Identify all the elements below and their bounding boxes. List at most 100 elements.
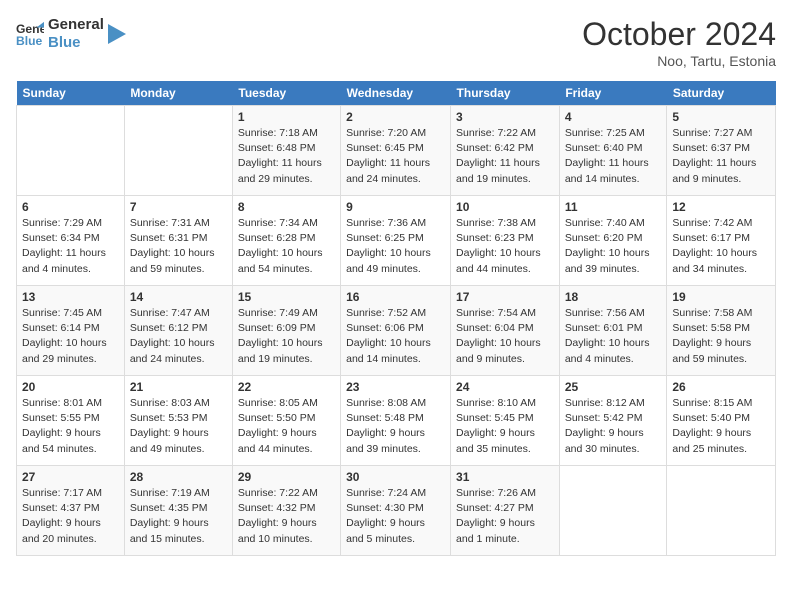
day-number: 14: [130, 290, 227, 304]
calendar-cell: 7Sunrise: 7:31 AMSunset: 6:31 PMDaylight…: [124, 196, 232, 286]
calendar-cell: 6 Sunrise: 7:29 AMSunset: 6:34 PMDaylight…: [17, 196, 125, 286]
calendar-cell: 23Sunrise: 8:08 AMSunset: 5:48 PMDayligh…: [341, 376, 451, 466]
day-number: 2: [346, 110, 445, 124]
calendar-cell: 12 Sunrise: 7:42 AMSunset: 6:17 PMDayligh…: [667, 196, 776, 286]
calendar-week-row: 27 Sunrise: 7:17 AMSunset: 4:37 PMDayligh…: [17, 466, 776, 556]
day-info: Sunrise: 8:01 AMSunset: 5:55 PMDaylight:…: [22, 396, 119, 457]
day-info: Sunrise: 7:52 AMSunset: 6:06 PMDaylight:…: [346, 306, 445, 367]
calendar-cell: [124, 106, 232, 196]
weekday-header: Tuesday: [232, 81, 340, 106]
day-info: Sunrise: 7:27 AMSunset: 6:37 PMDaylight:…: [672, 126, 770, 187]
day-info: Sunrise: 7:42 AMSunset: 6:17 PMDaylight:…: [672, 216, 770, 277]
calendar-cell: 29Sunrise: 7:22 AMSunset: 4:32 PMDayligh…: [232, 466, 340, 556]
calendar-cell: [17, 106, 125, 196]
calendar-cell: 26 Sunrise: 8:15 AMSunset: 5:40 PMDayligh…: [667, 376, 776, 466]
calendar-cell: 27 Sunrise: 7:17 AMSunset: 4:37 PMDayligh…: [17, 466, 125, 556]
calendar-cell: 9 Sunrise: 7:36 AMSunset: 6:25 PMDaylight…: [341, 196, 451, 286]
calendar-cell: 21Sunrise: 8:03 AMSunset: 5:53 PMDayligh…: [124, 376, 232, 466]
day-number: 27: [22, 470, 119, 484]
day-number: 24: [456, 380, 554, 394]
day-number: 22: [238, 380, 335, 394]
calendar-cell: 17Sunrise: 7:54 AMSunset: 6:04 PMDayligh…: [451, 286, 560, 376]
day-number: 30: [346, 470, 445, 484]
day-info: Sunrise: 8:15 AMSunset: 5:40 PMDaylight:…: [672, 396, 770, 457]
day-info: Sunrise: 7:24 AMSunset: 4:30 PMDaylight:…: [346, 486, 445, 547]
calendar-cell: 20 Sunrise: 8:01 AMSunset: 5:55 PMDayligh…: [17, 376, 125, 466]
day-info: Sunrise: 8:03 AMSunset: 5:53 PMDaylight:…: [130, 396, 227, 457]
calendar-week-row: 1 Sunrise: 7:18 AMSunset: 6:48 PMDaylight…: [17, 106, 776, 196]
logo: General Blue General Blue: [16, 16, 126, 52]
calendar-cell: 3 Sunrise: 7:22 AMSunset: 6:42 PMDaylight…: [451, 106, 560, 196]
day-number: 5: [672, 110, 770, 124]
day-info: Sunrise: 8:10 AMSunset: 5:45 PMDaylight:…: [456, 396, 554, 457]
calendar-cell: 8 Sunrise: 7:34 AMSunset: 6:28 PMDaylight…: [232, 196, 340, 286]
weekday-header: Sunday: [17, 81, 125, 106]
svg-text:Blue: Blue: [16, 34, 43, 48]
title-block: October 2024 Noo, Tartu, Estonia: [582, 16, 776, 69]
calendar-body: 1 Sunrise: 7:18 AMSunset: 6:48 PMDaylight…: [17, 106, 776, 556]
day-info: Sunrise: 7:56 AMSunset: 6:01 PMDaylight:…: [565, 306, 662, 367]
logo-general: General: [48, 16, 104, 34]
day-number: 25: [565, 380, 662, 394]
day-info: Sunrise: 7:29 AMSunset: 6:34 PMDaylight:…: [22, 216, 119, 277]
day-number: 28: [130, 470, 227, 484]
calendar-cell: 30 Sunrise: 7:24 AMSunset: 4:30 PMDayligh…: [341, 466, 451, 556]
weekday-header: Thursday: [451, 81, 560, 106]
day-number: 9: [346, 200, 445, 214]
calendar-cell: 28 Sunrise: 7:19 AMSunset: 4:35 PMDayligh…: [124, 466, 232, 556]
day-info: Sunrise: 7:45 AMSunset: 6:14 PMDaylight:…: [22, 306, 119, 367]
day-info: Sunrise: 7:49 AMSunset: 6:09 PMDaylight:…: [238, 306, 335, 367]
day-number: 6: [22, 200, 119, 214]
calendar-week-row: 6 Sunrise: 7:29 AMSunset: 6:34 PMDaylight…: [17, 196, 776, 286]
logo-blue: Blue: [48, 34, 104, 52]
calendar-cell: 18 Sunrise: 7:56 AMSunset: 6:01 PMDayligh…: [559, 286, 667, 376]
calendar-cell: 24 Sunrise: 8:10 AMSunset: 5:45 PMDayligh…: [451, 376, 560, 466]
day-info: Sunrise: 7:25 AMSunset: 6:40 PMDaylight:…: [565, 126, 662, 187]
calendar-header-row: SundayMondayTuesdayWednesdayThursdayFrid…: [17, 81, 776, 106]
day-number: 16: [346, 290, 445, 304]
month-title: October 2024: [582, 16, 776, 53]
day-number: 20: [22, 380, 119, 394]
calendar-table: SundayMondayTuesdayWednesdayThursdayFrid…: [16, 81, 776, 556]
day-info: Sunrise: 7:47 AMSunset: 6:12 PMDaylight:…: [130, 306, 227, 367]
day-info: Sunrise: 7:58 AMSunset: 5:58 PMDaylight:…: [672, 306, 770, 367]
logo-icon: General Blue: [16, 20, 44, 48]
calendar-cell: 2Sunrise: 7:20 AMSunset: 6:45 PMDaylight…: [341, 106, 451, 196]
calendar-cell: 5 Sunrise: 7:27 AMSunset: 6:37 PMDaylight…: [667, 106, 776, 196]
day-info: Sunrise: 7:54 AMSunset: 6:04 PMDaylight:…: [456, 306, 554, 367]
day-number: 19: [672, 290, 770, 304]
calendar-cell: 31Sunrise: 7:26 AMSunset: 4:27 PMDayligh…: [451, 466, 560, 556]
day-number: 7: [130, 200, 227, 214]
calendar-week-row: 20 Sunrise: 8:01 AMSunset: 5:55 PMDayligh…: [17, 376, 776, 466]
day-number: 13: [22, 290, 119, 304]
day-number: 18: [565, 290, 662, 304]
day-info: Sunrise: 7:34 AMSunset: 6:28 PMDaylight:…: [238, 216, 335, 277]
calendar-week-row: 13 Sunrise: 7:45 AMSunset: 6:14 PMDayligh…: [17, 286, 776, 376]
day-info: Sunrise: 7:40 AMSunset: 6:20 PMDaylight:…: [565, 216, 662, 277]
calendar-cell: 19 Sunrise: 7:58 AMSunset: 5:58 PMDayligh…: [667, 286, 776, 376]
weekday-header: Saturday: [667, 81, 776, 106]
day-number: 3: [456, 110, 554, 124]
day-number: 1: [238, 110, 335, 124]
day-number: 26: [672, 380, 770, 394]
day-number: 8: [238, 200, 335, 214]
calendar-cell: 10Sunrise: 7:38 AMSunset: 6:23 PMDayligh…: [451, 196, 560, 286]
day-number: 15: [238, 290, 335, 304]
day-info: Sunrise: 7:17 AMSunset: 4:37 PMDaylight:…: [22, 486, 119, 547]
calendar-cell: 13 Sunrise: 7:45 AMSunset: 6:14 PMDayligh…: [17, 286, 125, 376]
weekday-header: Friday: [559, 81, 667, 106]
calendar-cell: 25 Sunrise: 8:12 AMSunset: 5:42 PMDayligh…: [559, 376, 667, 466]
day-info: Sunrise: 7:18 AMSunset: 6:48 PMDaylight:…: [238, 126, 335, 187]
day-number: 23: [346, 380, 445, 394]
day-info: Sunrise: 7:38 AMSunset: 6:23 PMDaylight:…: [456, 216, 554, 277]
day-number: 4: [565, 110, 662, 124]
day-number: 31: [456, 470, 554, 484]
calendar-cell: 16 Sunrise: 7:52 AMSunset: 6:06 PMDayligh…: [341, 286, 451, 376]
day-info: Sunrise: 7:19 AMSunset: 4:35 PMDaylight:…: [130, 486, 227, 547]
day-number: 29: [238, 470, 335, 484]
day-info: Sunrise: 7:22 AMSunset: 6:42 PMDaylight:…: [456, 126, 554, 187]
day-info: Sunrise: 7:36 AMSunset: 6:25 PMDaylight:…: [346, 216, 445, 277]
day-info: Sunrise: 8:12 AMSunset: 5:42 PMDaylight:…: [565, 396, 662, 457]
logo-arrow-icon: [108, 24, 126, 44]
day-number: 12: [672, 200, 770, 214]
